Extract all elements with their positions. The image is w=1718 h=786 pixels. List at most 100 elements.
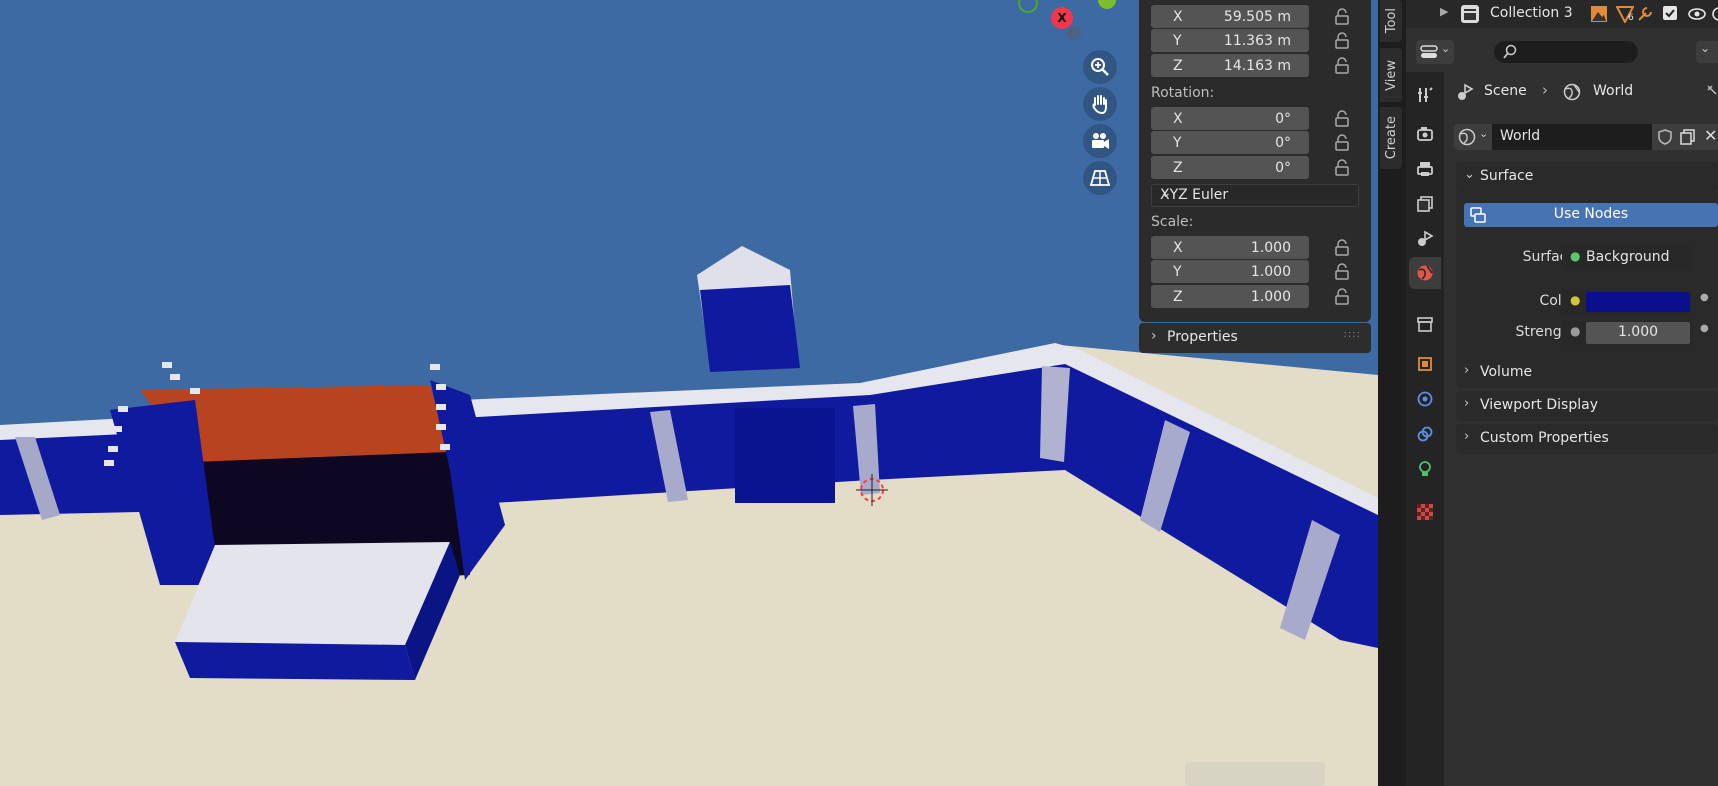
properties-subpanel-header[interactable]: › Properties :::: [1139, 323, 1371, 353]
texture-checker-icon [1417, 504, 1433, 520]
lock-icon[interactable] [1333, 32, 1351, 50]
surface-panel-header[interactable]: ⌄ Surface [1456, 162, 1718, 192]
location-x-value[interactable]: 59.505 m [1224, 9, 1291, 25]
rotation-y-row[interactable]: Y 0° [1151, 131, 1371, 154]
strength-value: 1.000 [1617, 324, 1659, 340]
gizmo-x-axis[interactable]: X [1051, 7, 1073, 29]
search-input[interactable] [1494, 41, 1638, 63]
world-globe-icon [1458, 128, 1476, 146]
zoom-icon[interactable] [1083, 50, 1117, 84]
surface-shader-selector[interactable]: ● Background [1562, 246, 1692, 270]
lock-icon[interactable] [1333, 110, 1351, 128]
location-y-row[interactable]: Y 11.363 m [1151, 29, 1371, 52]
breadcrumb-world[interactable]: World [1593, 83, 1633, 99]
texture-tab[interactable] [1414, 501, 1436, 523]
color-field[interactable]: ● [1562, 290, 1692, 314]
tab-tool[interactable]: Tool [1380, 0, 1402, 42]
search-icon [1503, 44, 1517, 59]
scale-z-row[interactable]: Z 1.000 [1151, 285, 1371, 308]
world-browse-button[interactable]: ⌄ [1454, 124, 1492, 150]
view-layer-tab[interactable] [1414, 193, 1436, 215]
object-cube-icon [1418, 357, 1432, 371]
physics-tab[interactable] [1414, 388, 1436, 410]
eye-icon[interactable] [1688, 5, 1706, 23]
close-icon[interactable]: ✕ [1704, 126, 1717, 145]
world-globe-icon [1563, 83, 1581, 101]
scale-x-row[interactable]: X 1.000 [1151, 236, 1371, 259]
breadcrumb-separator-icon: › [1542, 81, 1548, 99]
strength-label: Strength [1515, 324, 1576, 340]
volume-panel-title: Volume [1480, 364, 1533, 380]
animate-dot-icon[interactable]: ● [1700, 292, 1709, 303]
expand-arrow-icon[interactable]: ▶ [1440, 5, 1448, 18]
rotation-z-row[interactable]: Z 0° [1151, 156, 1371, 179]
fake-user-shield-icon[interactable] [1656, 128, 1674, 146]
tool-settings-tab[interactable] [1414, 84, 1436, 106]
location-x-row[interactable]: X 59.505 m [1151, 5, 1371, 28]
editor-type-selector[interactable]: ⌄ [1416, 40, 1454, 64]
surface-shader-value: Background [1586, 249, 1670, 265]
camera-render-icon[interactable] [1710, 5, 1718, 23]
shader-socket-icon: ● [1570, 249, 1581, 263]
surface-shader-label: Surface [1522, 249, 1576, 265]
scale-x-value[interactable]: 1.000 [1251, 240, 1291, 256]
drag-grip-icon[interactable]: :::: [1344, 329, 1361, 340]
constraints-tab[interactable] [1414, 423, 1436, 445]
lock-icon[interactable] [1333, 288, 1351, 306]
rotation-z-value[interactable]: 0° [1275, 160, 1291, 176]
lock-icon[interactable] [1333, 57, 1351, 75]
outliner-collection-row[interactable]: ▶ Collection 3 6 [1406, 0, 1718, 28]
location-y-value[interactable]: 11.363 m [1224, 33, 1291, 49]
collection-name[interactable]: Collection 3 [1490, 5, 1573, 21]
checkbox-checked-icon[interactable] [1662, 5, 1678, 21]
lock-icon[interactable] [1333, 263, 1351, 281]
chevron-down-icon: ⌄ [1479, 127, 1489, 140]
camera-view-icon[interactable] [1083, 124, 1117, 158]
rotation-y-value[interactable]: 0° [1275, 135, 1291, 151]
perspective-grid-icon[interactable] [1083, 161, 1117, 195]
rotation-x-value[interactable]: 0° [1275, 111, 1291, 127]
strength-field[interactable]: ● 1.000 [1562, 321, 1692, 345]
axis-label: Z [1173, 57, 1183, 74]
lock-icon[interactable] [1333, 134, 1351, 152]
pan-hand-icon[interactable] [1083, 87, 1117, 121]
duplicate-icon[interactable] [1679, 128, 1697, 146]
world-name-field[interactable]: World [1492, 124, 1652, 150]
color-swatch[interactable] [1586, 292, 1690, 312]
scene-tab[interactable] [1414, 228, 1436, 250]
animate-dot-icon[interactable]: ● [1700, 323, 1709, 334]
chevron-down-icon: ⌄ [1160, 185, 1172, 201]
render-camera-icon [1417, 127, 1433, 141]
tab-view[interactable]: View [1380, 48, 1402, 102]
scale-y-row[interactable]: Y 1.000 [1151, 260, 1371, 283]
color-label: Color [1539, 293, 1576, 309]
custom-properties-panel-title: Custom Properties [1480, 430, 1609, 446]
options-dropdown[interactable]: ⌄ [1696, 41, 1718, 63]
rotation-label: Rotation: [1151, 85, 1215, 101]
location-z-row[interactable]: Z 14.163 m [1151, 54, 1371, 77]
rotation-x-row[interactable]: X 0° [1151, 107, 1371, 130]
lock-icon[interactable] [1333, 239, 1351, 257]
tab-create[interactable]: Create [1380, 107, 1402, 169]
use-nodes-label: Use Nodes [1553, 206, 1629, 222]
sidebar-tabs: Tool View Create [1378, 0, 1406, 786]
world-tab[interactable] [1409, 257, 1441, 289]
use-nodes-button[interactable]: Use Nodes [1464, 203, 1718, 227]
chevron-down-icon: ⌄ [1700, 41, 1711, 55]
scale-z-value[interactable]: 1.000 [1251, 289, 1291, 305]
lock-icon[interactable] [1333, 8, 1351, 26]
collection-tab[interactable] [1414, 313, 1436, 335]
data-tab[interactable] [1414, 458, 1436, 480]
location-z-value[interactable]: 14.163 m [1224, 58, 1291, 74]
pin-icon[interactable] [1706, 84, 1718, 100]
custom-properties-panel-header[interactable]: › Custom Properties [1456, 424, 1718, 454]
output-tab[interactable] [1414, 158, 1436, 180]
object-tab[interactable] [1414, 353, 1436, 375]
render-tab[interactable] [1414, 123, 1436, 145]
volume-panel-header[interactable]: › Volume [1456, 358, 1718, 388]
breadcrumb-scene[interactable]: Scene [1484, 83, 1527, 99]
scale-y-value[interactable]: 1.000 [1251, 264, 1291, 280]
rotation-mode-dropdown[interactable]: XYZ Euler ⌄ [1151, 184, 1359, 207]
lock-icon[interactable] [1333, 159, 1351, 177]
viewport-display-panel-header[interactable]: › Viewport Display [1456, 391, 1718, 421]
